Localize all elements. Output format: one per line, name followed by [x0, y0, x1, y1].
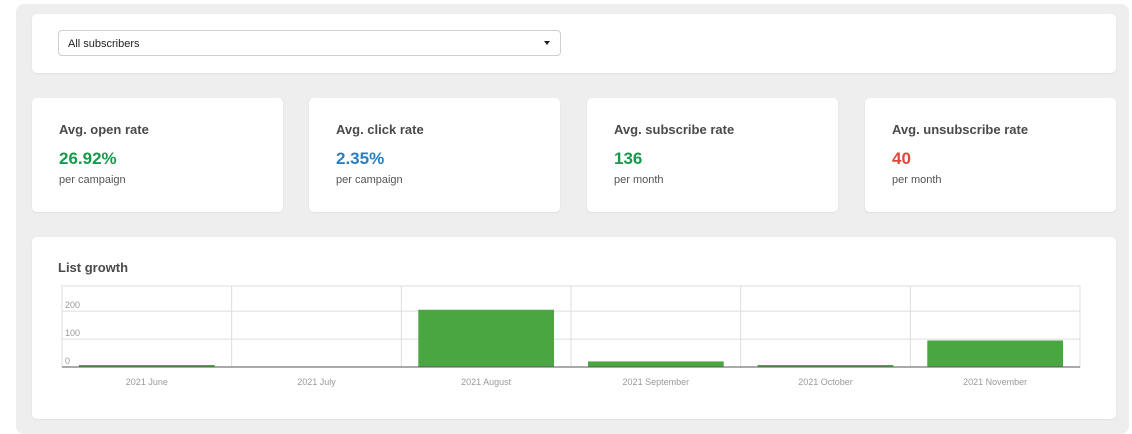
- stat-label: Avg. open rate: [59, 122, 149, 137]
- subscriber-segment-select[interactable]: All subscribers: [58, 30, 561, 56]
- stat-label: Avg. unsubscribe rate: [892, 122, 1029, 137]
- y-tick-label: 0: [65, 356, 70, 366]
- x-tick-label: 2021 October: [798, 377, 853, 387]
- x-tick-label: 2021 June: [126, 377, 168, 387]
- bar-2021-august: [418, 309, 555, 367]
- stat-value: 26.92%: [59, 149, 117, 168]
- stat-sublabel: per campaign: [336, 174, 403, 186]
- stat-label: Avg. click rate: [336, 122, 424, 137]
- x-tick-label: 2021 November: [963, 377, 1027, 387]
- stat-value: 2.35%: [336, 149, 385, 168]
- y-tick-label: 100: [65, 328, 80, 338]
- stat-label: Avg. subscribe rate: [614, 122, 735, 137]
- stat-sublabel: per month: [892, 174, 942, 186]
- x-tick-label: 2021 August: [461, 377, 512, 387]
- y-tick-label: 200: [65, 300, 80, 310]
- stat-card-subscribe-rate: Avg. subscribe rate 136 per month: [587, 98, 838, 212]
- list-growth-chart: 0 100 200 2021 June 2021 July 2021 August 2021…: [61, 285, 1081, 387]
- chevron-down-icon: [544, 41, 550, 45]
- list-growth-card: List growth 0 100 200 2021 June 2021 July 202…: [32, 237, 1116, 419]
- stat-value: 136: [614, 149, 643, 168]
- stat-sublabel: per campaign: [59, 174, 126, 186]
- x-tick-label: 2021 July: [297, 377, 336, 387]
- filter-card: All subscribers: [32, 14, 1116, 73]
- bar-2021-september: [587, 361, 724, 367]
- stat-sublabel: per month: [614, 174, 664, 186]
- stat-value: 40: [892, 149, 911, 168]
- stat-card-open-rate: Avg. open rate 26.92% per campaign: [32, 98, 283, 212]
- select-value: All subscribers: [68, 38, 140, 50]
- bar-2021-november: [927, 340, 1064, 367]
- x-tick-label: 2021 September: [623, 377, 690, 387]
- stat-card-click-rate: Avg. click rate 2.35% per campaign: [309, 98, 560, 212]
- stat-card-unsubscribe-rate: Avg. unsubscribe rate 40 per month: [865, 98, 1116, 212]
